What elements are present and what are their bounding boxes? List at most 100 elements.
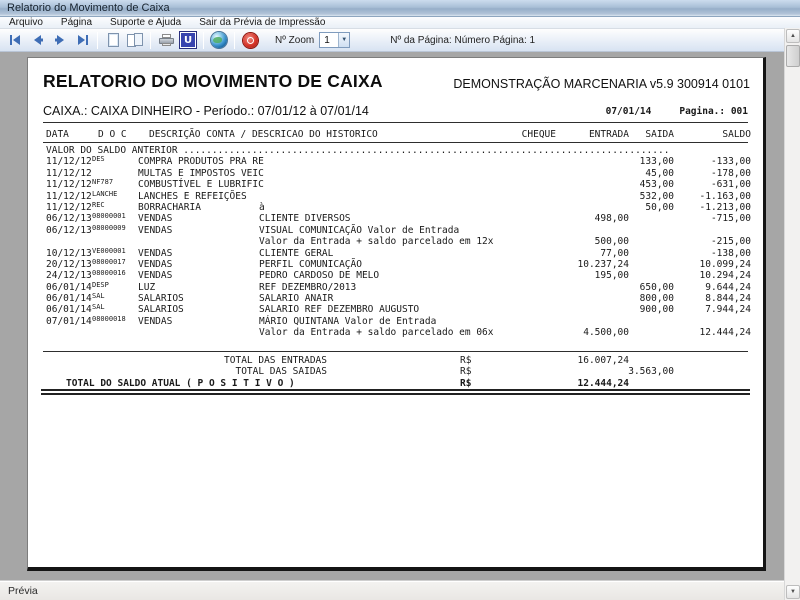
row-conta: VENDAS (138, 248, 172, 259)
row-doc: VE000001 (92, 247, 126, 255)
row-date: 11/12/12 (46, 168, 92, 179)
preview-workspace: RELATORIO DO MOVIMENTO DE CAIXA DEMONSTR… (0, 52, 784, 580)
first-page-icon (9, 35, 23, 45)
row-historico: SALARIO ANAIR (259, 293, 333, 304)
zoom-value: 1 (320, 35, 338, 46)
table-row: 06/01/14SALSALARIOSSALARIO ANAIR800,008.… (28, 293, 763, 304)
scrollbar-thumb[interactable] (786, 45, 800, 67)
scroll-up-button[interactable]: ▲ (786, 29, 800, 43)
row-entrada: 195,00 (504, 270, 629, 281)
row-historico: CLIENTE DIVERSOS (259, 213, 351, 224)
next-page-button[interactable] (49, 31, 71, 50)
table-row: 20/12/1308000017VENDASPERFIL COMUNICAÇÃO… (28, 259, 763, 270)
row-conta: VENDAS (138, 225, 172, 236)
previous-page-icon (32, 35, 44, 45)
page-info-label: Nº da Página: Número Página: 1 (390, 35, 535, 46)
menu-sair-da-previa[interactable]: Sair da Prévia de Impressão (190, 17, 334, 29)
power-off-icon (243, 33, 258, 48)
menu-suporte-e-ajuda[interactable]: Suporte e Ajuda (101, 17, 190, 29)
total-currency: R$ (460, 355, 471, 366)
row-historico: VISUAL COMUNICAÇÃO Valor de Entrada (259, 225, 459, 236)
table-row: 11/12/12MULTAS E IMPOSTOS VEIC45,00-178,… (28, 168, 763, 179)
zoom-dropdown[interactable]: 1 ▼ (319, 32, 350, 48)
rule (43, 142, 748, 143)
row-date: 06/01/14 (46, 304, 92, 315)
dropdown-arrow-icon[interactable]: ▼ (338, 33, 349, 47)
row-doc: 08000009 (92, 224, 126, 232)
exit-preview-button[interactable] (239, 31, 261, 50)
zoom-label: Nº Zoom (275, 35, 314, 46)
two-page-view-button[interactable] (124, 31, 146, 50)
row-saldo: 7.944,24 (626, 304, 751, 315)
web-button[interactable] (208, 31, 230, 50)
vertical-scrollbar[interactable]: ▲ ▼ (784, 28, 800, 600)
first-page-button[interactable] (5, 31, 27, 50)
row-saldo: 8.844,24 (626, 293, 751, 304)
row-doc: SAL (92, 303, 105, 311)
last-page-button[interactable] (71, 31, 93, 50)
row-historico: MÁRIO QUINTANA Valor de Entrada (259, 316, 436, 327)
table-row: 06/01/14SALSALARIOSSALARIO REF DEZEMBRO … (28, 304, 763, 315)
row-conta: BORRACHARIA (138, 202, 201, 213)
report-date-page: 07/01/14 Pagina.: 001 (606, 106, 748, 117)
menubar: Arquivo Página Suporte e Ajuda Sair da P… (0, 17, 800, 29)
row-saldo: 9.644,24 (626, 282, 751, 293)
row-date: 11/12/12 (46, 191, 92, 202)
report-totals: TOTAL DAS ENTRADASR$16.007,24TOTAL DAS S… (28, 355, 763, 389)
menu-pagina[interactable]: Página (52, 17, 101, 29)
row-conta: VENDAS (138, 316, 172, 327)
report-page-number: Pagina.: 001 (679, 106, 748, 117)
row-doc: DESP (92, 281, 109, 289)
row-date: 07/01/14 (46, 316, 92, 327)
col-header-doc: D O C (98, 129, 127, 140)
row-entrada: 77,00 (504, 248, 629, 259)
row-historico: PEDRO CARDOSO DE MELO (259, 270, 379, 281)
saldo-anterior-line: VALOR DO SALDO ANTERIOR ................… (46, 145, 781, 156)
row-conta: VENDAS (138, 259, 172, 270)
total-line: TOTAL DAS ENTRADASR$16.007,24 (28, 355, 763, 366)
row-saldo: -631,00 (626, 179, 751, 190)
row-date: 06/12/13 (46, 213, 92, 224)
single-page-view-button[interactable] (102, 31, 124, 50)
row-doc: 08000018 (92, 315, 126, 323)
unimake-button[interactable]: U (177, 31, 199, 50)
row-conta: SALARIOS (138, 293, 184, 304)
toolbar-separator (234, 32, 235, 49)
row-entrada: 4.500,00 (504, 327, 629, 338)
row-doc: 08000017 (92, 258, 126, 266)
toolbar-separator (97, 32, 98, 49)
row-historico: SALARIO REF DEZEMBRO AUGUSTO (259, 304, 419, 315)
window-title: Relatorio do Movimento de Caixa (7, 2, 170, 14)
previous-page-button[interactable] (27, 31, 49, 50)
row-doc: DES (92, 155, 105, 163)
report-subtitle: DEMONSTRAÇÃO MARCENARIA v5.9 300914 0101 (453, 77, 750, 91)
row-saldo: 10.294,24 (626, 270, 751, 281)
double-rule (41, 389, 750, 395)
printer-icon (159, 34, 174, 46)
row-date: 11/12/12 (46, 202, 92, 213)
report-date: 07/01/14 (606, 106, 652, 117)
row-date: 10/12/13 (46, 248, 92, 259)
total-value: 12.444,24 (504, 378, 629, 389)
row-conta: VENDAS (138, 270, 172, 281)
table-row: 11/12/12NF787COMBUSTÍVEL E LUBRIFIC453,0… (28, 179, 763, 190)
row-entrada: 498,00 (504, 213, 629, 224)
total-value: 3.563,00 (549, 366, 674, 377)
statusbar-text: Prévia (8, 585, 38, 597)
row-date: 11/12/12 (46, 156, 92, 167)
table-row: 06/12/1308000009VENDASVISUAL COMUNICAÇÃO… (28, 225, 763, 248)
row-doc: SAL (92, 292, 105, 300)
row-doc: NF787 (92, 178, 113, 186)
two-page-icon (127, 33, 143, 47)
menu-arquivo[interactable]: Arquivo (0, 17, 52, 29)
row-saldo: -138,00 (626, 248, 751, 259)
row-saldo: -133,00 (626, 156, 751, 167)
table-row: 10/12/13VE000001VENDASCLIENTE GERAL77,00… (28, 248, 763, 259)
print-button[interactable] (155, 31, 177, 50)
toolbar-separator (203, 32, 204, 49)
report-page: RELATORIO DO MOVIMENTO DE CAIXA DEMONSTR… (27, 57, 766, 571)
row-conta: LANCHES E REFEIÇÕES (138, 191, 247, 202)
table-row: 11/12/12LANCHELANCHES E REFEIÇÕES532,00-… (28, 191, 763, 202)
col-header-descricao: DESCRIÇÃO CONTA / DESCRICAO DO HISTORICO (149, 129, 378, 140)
scroll-down-button[interactable]: ▼ (786, 585, 800, 599)
